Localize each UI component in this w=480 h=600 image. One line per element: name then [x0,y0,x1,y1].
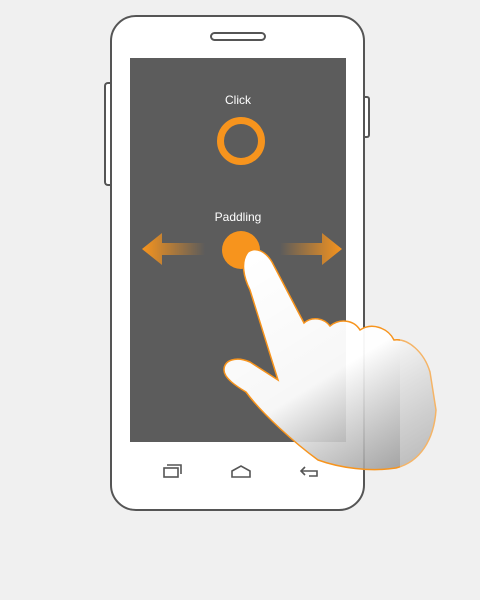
arrow-right-icon [280,233,342,265]
pointing-hand-icon [223,248,480,480]
tutorial-illustration: Click Paddling [0,0,480,600]
recent-apps-icon[interactable] [161,462,183,480]
back-icon[interactable] [299,462,321,480]
home-icon[interactable] [230,462,252,480]
paddling-gesture [142,231,480,480]
arrow-left-icon [142,233,205,265]
